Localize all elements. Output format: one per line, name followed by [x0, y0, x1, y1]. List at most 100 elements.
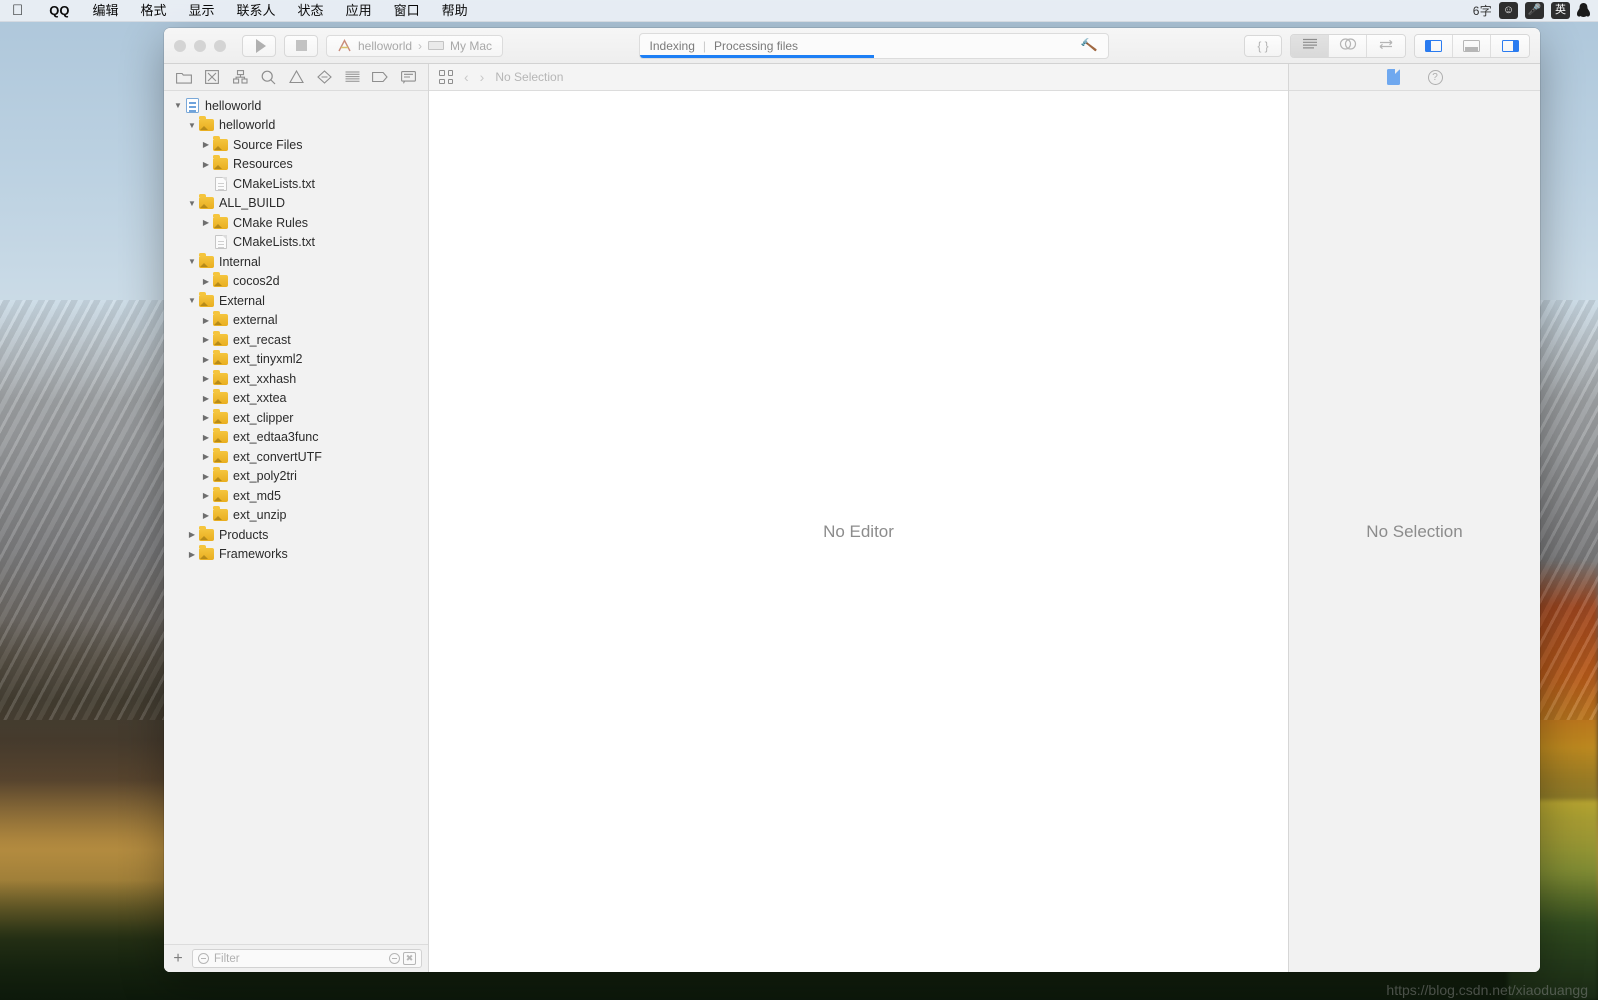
document-icon[interactable] — [1386, 69, 1400, 85]
tree-row[interactable]: ▶ ext_poly2tri — [164, 467, 428, 487]
menu-item-status[interactable]: 状态 — [287, 0, 335, 22]
disclosure-triangle-closed-icon[interactable]: ▶ — [186, 550, 198, 559]
tree-row[interactable]: ▶ external — [164, 311, 428, 331]
menu-item-format[interactable]: 格式 — [130, 0, 178, 22]
tree-row[interactable]: ▶ ext_xxtea — [164, 389, 428, 409]
chevron-left-icon[interactable]: ‹ — [464, 69, 469, 85]
qq-penguin-icon[interactable] — [1577, 2, 1590, 19]
search-icon[interactable] — [257, 68, 279, 86]
disclosure-triangle-closed-icon[interactable]: ▶ — [200, 160, 212, 169]
disclosure-triangle-closed-icon[interactable]: ▶ — [200, 374, 212, 383]
minimize-button[interactable] — [194, 39, 206, 52]
tree-row[interactable]: ▶ ext_clipper — [164, 408, 428, 428]
scheme-selector[interactable]: helloworld › My Mac — [326, 34, 504, 57]
microphone-icon[interactable]: 🎤 — [1525, 2, 1544, 19]
code-braces-button[interactable]: { } — [1244, 34, 1282, 57]
add-file-button[interactable]: + — [170, 950, 186, 967]
speech-bubble-icon[interactable] — [397, 68, 419, 86]
chevron-right-icon[interactable]: › — [480, 69, 485, 85]
toggle-inspector-button[interactable] — [1491, 34, 1529, 57]
tree-row[interactable]: ▶ Products — [164, 525, 428, 545]
disclosure-triangle-closed-icon[interactable]: ▶ — [200, 413, 212, 422]
disclosure-triangle-open-icon[interactable]: ▼ — [186, 296, 198, 305]
tree-row[interactable]: ▼ Internal — [164, 252, 428, 272]
tree-row-label: external — [233, 313, 278, 328]
disclosure-triangle-closed-icon[interactable]: ▶ — [200, 433, 212, 442]
source-control-filter-icon[interactable]: ✖ — [403, 952, 416, 965]
clock-icon[interactable] — [389, 953, 400, 964]
disclosure-triangle-closed-icon[interactable]: ▶ — [200, 335, 212, 344]
question-mark-icon[interactable]: ? — [1427, 69, 1443, 85]
folder-icon[interactable] — [173, 68, 195, 86]
input-source-icon[interactable]: 英 — [1551, 2, 1570, 19]
disclosure-triangle-closed-icon[interactable]: ▶ — [200, 140, 212, 149]
source-control-icon[interactable] — [201, 68, 223, 86]
diamond-icon[interactable] — [313, 68, 335, 86]
tree-row[interactable]: ▶ ext_unzip — [164, 506, 428, 526]
zoom-button[interactable] — [214, 39, 226, 52]
menu-item-window[interactable]: 窗口 — [383, 0, 431, 22]
standard-editor-icon — [1302, 37, 1318, 55]
tree-row[interactable]: ▶ CMake Rules — [164, 213, 428, 233]
tree-row[interactable]: ▶ ext_tinyxml2 — [164, 350, 428, 370]
disclosure-triangle-closed-icon[interactable]: ▶ — [200, 491, 212, 500]
assistant-editor-button[interactable] — [1329, 34, 1367, 57]
run-button[interactable] — [242, 34, 276, 57]
menu-item-apps[interactable]: 应用 — [335, 0, 383, 22]
disclosure-triangle-closed-icon[interactable]: ▶ — [200, 218, 212, 227]
apple-logo-icon[interactable]:  — [0, 0, 37, 22]
tree-row[interactable]: ▶ ext_md5 — [164, 486, 428, 506]
jump-bar-path[interactable]: No Selection — [495, 70, 563, 84]
tree-row[interactable]: ▶ ext_convertUTF — [164, 447, 428, 467]
tree-row[interactable]: ▼ helloworld — [164, 96, 428, 116]
tree-row[interactable]: ▼ External — [164, 291, 428, 311]
related-items-icon[interactable] — [439, 70, 453, 84]
disclosure-triangle-open-icon[interactable]: ▼ — [172, 101, 184, 110]
tree-row[interactable]: ▼ helloworld — [164, 116, 428, 136]
warning-triangle-icon[interactable] — [285, 68, 307, 86]
menu-item-contacts[interactable]: 联系人 — [226, 0, 287, 22]
hierarchy-icon[interactable] — [229, 68, 251, 86]
tree-row[interactable]: ▶ ext_xxhash — [164, 369, 428, 389]
tree-row[interactable]: ▶ Frameworks — [164, 545, 428, 565]
tree-row[interactable]: ▶ ext_edtaa3func — [164, 428, 428, 448]
tree-row[interactable]: ▶CMakeLists.txt — [164, 233, 428, 253]
stop-square-icon — [295, 40, 307, 51]
disclosure-triangle-closed-icon[interactable]: ▶ — [186, 530, 198, 539]
smiley-face-icon[interactable]: ☺ — [1499, 2, 1518, 19]
disclosure-triangle-closed-icon[interactable]: ▶ — [200, 452, 212, 461]
tree-row[interactable]: ▶CMakeLists.txt — [164, 174, 428, 194]
filter-input[interactable]: Filter ✖ — [192, 949, 422, 968]
xcode-toolbar: helloworld › My Mac Indexing | Processin… — [164, 28, 1540, 64]
disclosure-triangle-open-icon[interactable]: ▼ — [186, 257, 198, 266]
menu-item-edit[interactable]: 编辑 — [81, 0, 129, 22]
activity-view[interactable]: Indexing | Processing files 🔨 — [638, 32, 1109, 59]
disclosure-triangle-closed-icon[interactable]: ▶ — [200, 511, 212, 520]
toggle-debug-area-button[interactable] — [1453, 34, 1491, 57]
disclosure-triangle-closed-icon[interactable]: ▶ — [200, 316, 212, 325]
breakpoint-tag-icon[interactable] — [369, 68, 391, 86]
menu-item-qq[interactable]: QQ — [37, 0, 81, 22]
menu-item-view[interactable]: 显示 — [178, 0, 226, 22]
tree-row[interactable]: ▶ ext_recast — [164, 330, 428, 350]
tree-row[interactable]: ▶ Resources — [164, 155, 428, 175]
version-editor-button[interactable] — [1367, 34, 1405, 57]
disclosure-triangle-open-icon[interactable]: ▼ — [186, 121, 198, 130]
disclosure-triangle-closed-icon[interactable]: ▶ — [200, 472, 212, 481]
disclosure-triangle-open-icon[interactable]: ▼ — [186, 199, 198, 208]
disclosure-triangle-closed-icon[interactable]: ▶ — [200, 394, 212, 403]
menu-item-help[interactable]: 帮助 — [431, 0, 479, 22]
disclosure-triangle-closed-icon[interactable]: ▶ — [200, 277, 212, 286]
tree-row[interactable]: ▼ ALL_BUILD — [164, 194, 428, 214]
navigator-tab-bar — [164, 64, 428, 91]
tree-row[interactable]: ▶ Source Files — [164, 135, 428, 155]
toggle-navigator-button[interactable] — [1415, 34, 1453, 57]
close-button[interactable] — [174, 39, 186, 52]
list-lines-icon[interactable] — [341, 68, 363, 86]
filter-icon — [198, 953, 209, 964]
tree-row[interactable]: ▶ cocos2d — [164, 272, 428, 292]
standard-editor-button[interactable] — [1291, 34, 1329, 57]
disclosure-triangle-closed-icon[interactable]: ▶ — [200, 355, 212, 364]
stop-button[interactable] — [284, 34, 318, 57]
project-navigator-tree[interactable]: ▼ helloworld ▼ helloworld ▶ Source Files ▶ Reso… — [164, 91, 428, 944]
